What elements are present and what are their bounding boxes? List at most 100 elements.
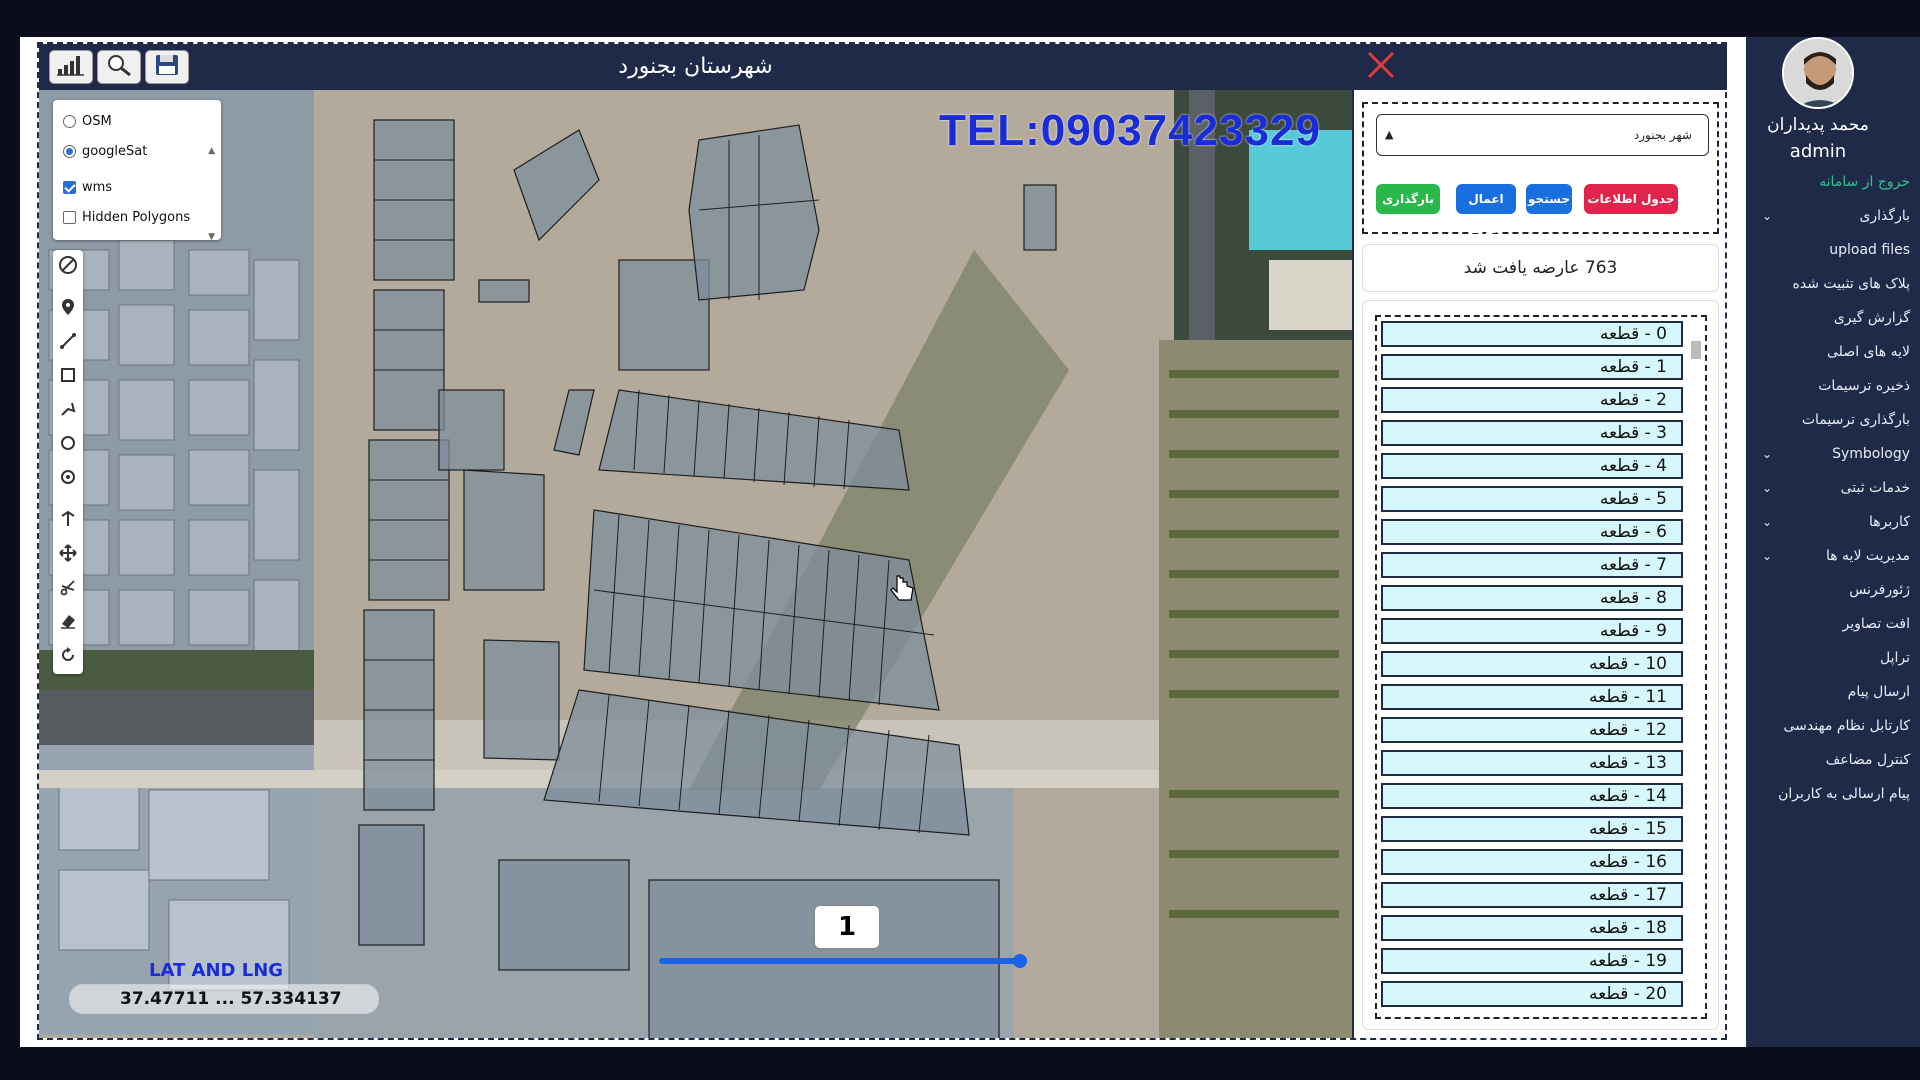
sidebar-item-1[interactable]: upload files — [1746, 233, 1920, 267]
list-scroll-thumb[interactable] — [1691, 341, 1701, 359]
sidebar-item-label: گزارش گیری — [1833, 310, 1910, 326]
layer-panel-scrollbar[interactable]: ▲ ▼ — [208, 108, 215, 280]
edit-button[interactable] — [53, 504, 83, 538]
sidebar-item-0[interactable]: بارگذاری ⌄ — [1746, 199, 1920, 233]
circle-marker-icon — [59, 468, 77, 490]
list-item[interactable]: 4 - قطعه — [1381, 453, 1683, 479]
wms-checkbox[interactable] — [63, 180, 76, 194]
zoom-search-button[interactable] — [97, 50, 141, 84]
osm-radio[interactable] — [63, 114, 76, 128]
sidebar-item-3[interactable]: گزارش گیری — [1746, 301, 1920, 335]
googlesat-radio[interactable] — [63, 144, 76, 158]
chevron-down-icon: ⌄ — [1762, 515, 1773, 529]
list-item[interactable]: 10 - قطعه — [1381, 651, 1683, 677]
chevron-down-icon: ⌄ — [1762, 209, 1773, 223]
list-item[interactable]: 15 - قطعه — [1381, 816, 1683, 842]
list-item[interactable]: 13 - قطعه — [1381, 750, 1683, 776]
list-item[interactable]: 1 - قطعه — [1381, 354, 1683, 380]
polyline-button[interactable] — [53, 326, 83, 360]
sidebar-item-label: پلاک های تثبیت شده — [1792, 276, 1910, 292]
sidebar-item-2[interactable]: پلاک های تثبیت شده — [1746, 267, 1920, 301]
sidebar-item-label: بارگذاری ترسیمات — [1801, 412, 1910, 428]
avatar[interactable] — [1782, 37, 1854, 109]
list-item[interactable]: 0 - قطعه — [1381, 321, 1683, 347]
layer-osm[interactable]: OSM — [63, 106, 211, 136]
list-item[interactable]: 12 - قطعه — [1381, 717, 1683, 743]
sidebar-item-13[interactable]: تراپل — [1746, 641, 1920, 675]
rectangle-button[interactable] — [53, 360, 83, 394]
circle-marker-button[interactable] — [53, 462, 83, 496]
list-item[interactable]: 3 - قطعه — [1381, 420, 1683, 446]
marker-button[interactable] — [53, 292, 83, 326]
sidebar-item-7[interactable]: Symbology ⌄ — [1746, 437, 1920, 471]
list-item[interactable]: 11 - قطعه — [1381, 684, 1683, 710]
list-item[interactable]: 5 - قطعه — [1381, 486, 1683, 512]
list-item[interactable]: 18 - قطعه — [1381, 915, 1683, 941]
sidebar-item-16[interactable]: کنترل مضاعف — [1746, 743, 1920, 777]
sidebar-item-15[interactable]: کارتابل نظام مهندسی — [1746, 709, 1920, 743]
satellite-map — [39, 90, 1352, 1038]
sidebar-item-17[interactable]: پیام ارسالی به کاربران — [1746, 777, 1920, 811]
sidebar-item-12[interactable]: افت تصاویر — [1746, 607, 1920, 641]
map-canvas[interactable]: OSM googleSat wms Hidden Polygons ▲ ▼ TE… — [39, 90, 1352, 1038]
eraser-button[interactable] — [53, 606, 83, 640]
list-item[interactable]: 17 - قطعه — [1381, 882, 1683, 908]
sidebar-item-label: ذخیره ترسیمات — [1818, 378, 1910, 394]
latlng-value: 37.47711 ... 57.334137 — [69, 984, 379, 1014]
layer-googlesat[interactable]: googleSat — [63, 136, 211, 166]
layer-switcher: OSM googleSat wms Hidden Polygons ▲ ▼ — [53, 100, 221, 242]
list-item[interactable]: 2 - قطعه — [1381, 387, 1683, 413]
timeline-slider[interactable] — [659, 954, 1027, 968]
panel-header — [1354, 44, 1727, 90]
sidebar-item-6[interactable]: بارگذاری ترسیمات — [1746, 403, 1920, 437]
info-table-button[interactable]: جدول اطلاعات — [1584, 184, 1678, 214]
list-item[interactable]: 14 - قطعه — [1381, 783, 1683, 809]
list-item[interactable]: 20 - قطعه — [1381, 981, 1683, 1007]
move-button[interactable] — [53, 538, 83, 572]
no-draw-button[interactable] — [53, 250, 83, 284]
sidebar-item-4[interactable]: لایه های اصلی — [1746, 335, 1920, 369]
sidebar-item-8[interactable]: خدمات ثبتی ⌄ — [1746, 471, 1920, 505]
sidebar-item-label: خدمات ثبتی — [1840, 480, 1910, 496]
chart-button[interactable] — [49, 50, 93, 84]
list-scrollbar[interactable] — [1689, 323, 1703, 1017]
search-panel: شهر بجنورد ▲ بارگذاری اعمال شرط جستجو جد… — [1352, 44, 1727, 1038]
load-button[interactable]: بارگذاری — [1376, 184, 1440, 214]
rotate-icon — [59, 646, 77, 668]
list-item[interactable]: 19 - قطعه — [1381, 948, 1683, 974]
apply-condition-button[interactable]: اعمال شرط — [1456, 184, 1516, 236]
list-item[interactable]: 7 - قطعه — [1381, 552, 1683, 578]
sidebar-item-label: پیام ارسالی به کاربران — [1778, 786, 1910, 802]
sidebar-item-10[interactable]: مدیریت لایه ها ⌄ — [1746, 539, 1920, 573]
timeline-knob[interactable] — [1013, 954, 1027, 968]
sidebar-item-label: لایه های اصلی — [1827, 344, 1910, 360]
polygon-button[interactable] — [53, 394, 83, 428]
no-draw-icon — [57, 254, 79, 280]
sidebar-item-5[interactable]: ذخیره ترسیمات — [1746, 369, 1920, 403]
close-button[interactable] — [1364, 50, 1398, 84]
sidebar-item-11[interactable]: ژئورفرنس — [1746, 573, 1920, 607]
sidebar-item-9[interactable]: کاربرها ⌄ — [1746, 505, 1920, 539]
magnifier-icon — [104, 53, 134, 81]
list-item[interactable]: 9 - قطعه — [1381, 618, 1683, 644]
save-button[interactable] — [145, 50, 189, 84]
close-icon — [1366, 50, 1396, 84]
hidden-polygons-checkbox[interactable] — [63, 210, 76, 224]
list-item[interactable]: 16 - قطعه — [1381, 849, 1683, 875]
layer-hidden-polygons[interactable]: Hidden Polygons — [63, 202, 211, 232]
city-select[interactable]: شهر بجنورد ▲ — [1376, 114, 1709, 156]
list-item[interactable]: 8 - قطعه — [1381, 585, 1683, 611]
latlng-readout: LAT AND LNG 37.47711 ... 57.334137 — [59, 960, 379, 1022]
sidebar-item-label: کارتابل نظام مهندسی — [1783, 718, 1911, 734]
logout-link[interactable]: خروج از سامانه — [1746, 165, 1920, 199]
eraser-icon — [59, 612, 77, 634]
circle-button[interactable] — [53, 428, 83, 462]
sidebar-item-14[interactable]: ارسال پیام — [1746, 675, 1920, 709]
rotate-button[interactable] — [53, 640, 83, 674]
layer-wms[interactable]: wms — [63, 172, 211, 202]
list-item[interactable]: 6 - قطعه — [1381, 519, 1683, 545]
chevron-down-icon: ⌄ — [1762, 447, 1773, 461]
search-button[interactable]: جستجو — [1526, 184, 1572, 214]
cut-button[interactable] — [53, 572, 83, 606]
edit-vertex-icon — [59, 510, 77, 532]
